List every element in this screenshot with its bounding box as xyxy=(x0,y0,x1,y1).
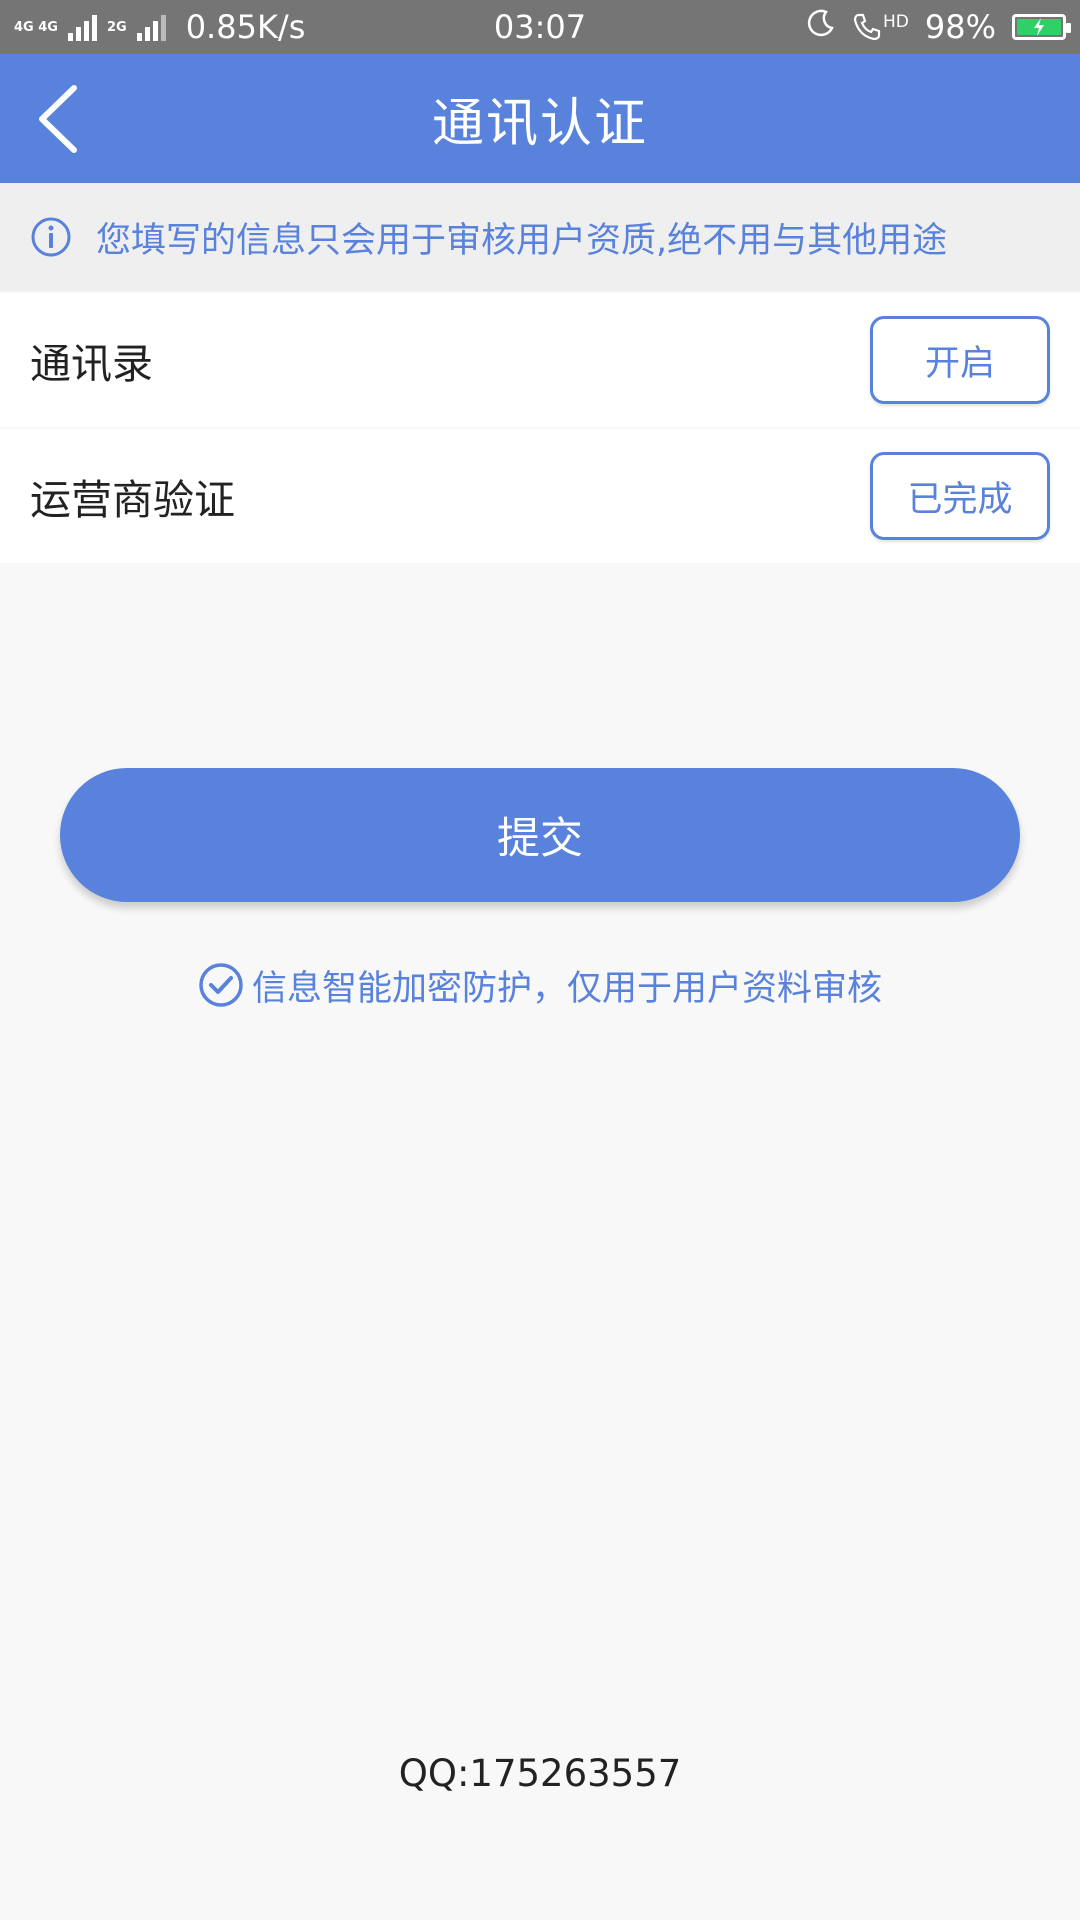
footer-qq: QQ:175263557 xyxy=(398,1752,682,1795)
network-type-label: 4G 4G xyxy=(14,21,58,34)
contacts-label: 通讯录 xyxy=(30,340,153,388)
phone-hd-icon: HD xyxy=(852,12,909,42)
battery-percent: 98% xyxy=(924,8,996,46)
app-header: 通讯认证 xyxy=(0,54,1080,183)
page-title: 通讯认证 xyxy=(431,94,648,154)
battery-icon xyxy=(1012,14,1071,40)
status-bar: 4G 4G 2G 0.85K/s 03:07 HD 98% xyxy=(0,0,1080,54)
network-4g-label: 4G 4G xyxy=(14,19,58,35)
hd-label: HD xyxy=(883,12,909,32)
signal-2g-icon xyxy=(136,13,166,41)
list-item-contacts: 通讯录 开启 xyxy=(0,293,1080,427)
status-right: HD 98% xyxy=(806,8,1071,46)
network-2g-label: 2G xyxy=(106,19,127,35)
submit-button[interactable]: 提交 xyxy=(60,768,1020,902)
carrier-label: 运营商验证 xyxy=(30,476,235,524)
status-left: 4G 4G 2G 0.85K/s xyxy=(14,8,305,46)
battery-fill xyxy=(1017,18,1061,36)
notice-text: 您填写的信息只会用于审核用户资质,绝不用与其他用途 xyxy=(96,220,948,261)
back-button[interactable] xyxy=(26,84,90,154)
carrier-status-button[interactable]: 已完成 xyxy=(870,452,1050,540)
network-speed: 0.85K/s xyxy=(185,8,306,46)
list-item-carrier: 运营商验证 已完成 xyxy=(0,429,1080,563)
moon-icon xyxy=(806,8,836,46)
info-icon xyxy=(31,217,71,257)
privacy-note: 信息智能加密防护，仅用于用户资料审核 xyxy=(0,955,1080,1015)
contacts-enable-button[interactable]: 开启 xyxy=(870,316,1050,404)
privacy-text: 信息智能加密防护，仅用于用户资料审核 xyxy=(251,968,882,1009)
notice-bar: 您填写的信息只会用于审核用户资质,绝不用与其他用途 xyxy=(0,183,1080,291)
chevron-left-icon xyxy=(39,85,77,153)
check-circle-icon xyxy=(199,963,243,1007)
signal-icon xyxy=(67,13,97,41)
